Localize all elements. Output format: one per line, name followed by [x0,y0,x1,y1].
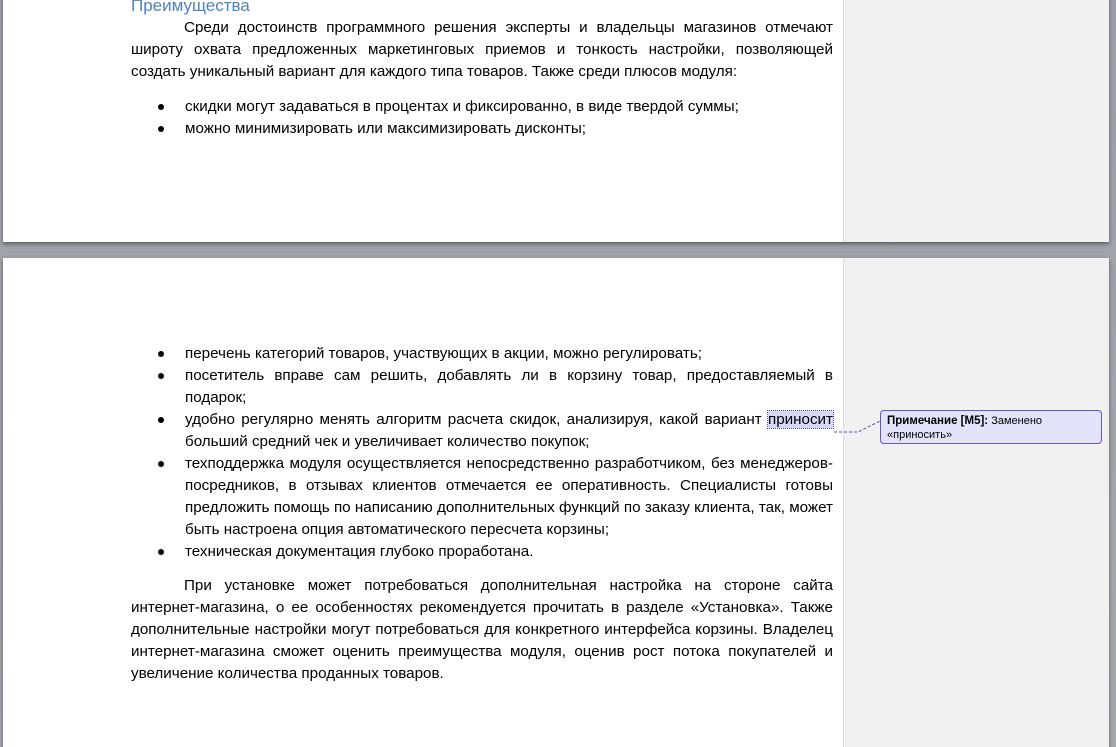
bullet-item[interactable]: перечень категорий товаров, участвующих … [131,343,833,365]
comment-margin-pane [843,0,1109,242]
bullet-text: удобно регулярно менять алгоритм расчета… [185,411,768,428]
intro-paragraph[interactable]: Среди достоинств программного решения эк… [131,17,833,83]
bullet-item-commented[interactable]: удобно регулярно менять алгоритм расчета… [131,409,835,453]
bullet-item[interactable]: скидки могут задаваться в процентах и фи… [131,96,833,118]
bullet-item[interactable]: посетитель вправе сам решить, добавлять … [131,365,833,409]
bullet-text: больший средний чек и увеличивает количе… [185,433,590,450]
page1-body[interactable]: Среди достоинств программного решения эк… [131,17,833,140]
page2-body[interactable]: перечень категорий товаров, участвующих … [131,343,835,685]
commented-text-highlight[interactable]: приносит [766,410,835,429]
bullet-list: перечень категорий товаров, участвующих … [131,343,835,563]
comment-margin-pane [843,258,1109,747]
bullet-list: скидки могут задаваться в процентах и фи… [131,96,833,140]
bullet-item[interactable]: техническая документация глубоко прорабо… [131,541,833,563]
document-page-1[interactable]: Преимущества Среди достоинств программно… [3,0,1109,242]
document-viewport[interactable]: Преимущества Среди достоинств программно… [0,0,1116,747]
closing-paragraph[interactable]: При установке может потребоваться дополн… [131,575,833,685]
document-page-2[interactable]: перечень категорий товаров, участвующих … [3,258,1109,747]
comment-balloon[interactable]: Примечание [M5]: Заменено «приносить» [880,410,1102,444]
section-heading[interactable]: Преимущества [131,0,250,17]
bullet-item[interactable]: можно минимизировать или максимизировать… [131,118,833,140]
bullet-item[interactable]: техподдержка модуля осуществляется непос… [131,453,833,541]
comment-label: Примечание [M5]: [887,415,989,427]
